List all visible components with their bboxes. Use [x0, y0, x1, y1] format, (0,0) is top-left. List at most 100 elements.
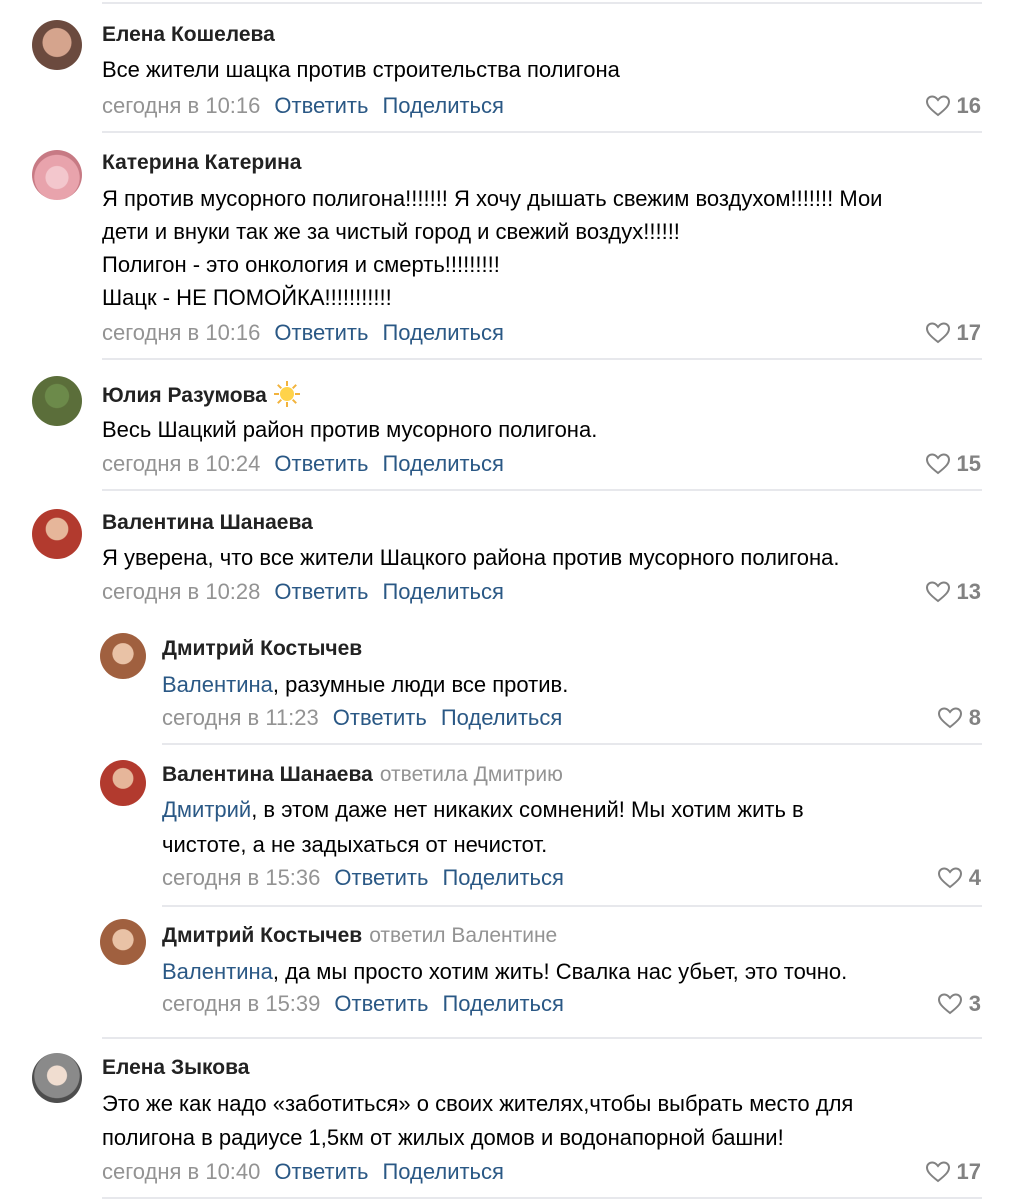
- reply-comment: Дмитрий Костычев ответил Валентине Валент…: [0, 907, 1025, 1037]
- author-name[interactable]: Дмитрий Костычев ответил Валентине: [162, 923, 557, 949]
- reply-button[interactable]: Ответить: [274, 451, 368, 476]
- author-name[interactable]: Юлия Разумова: [102, 380, 301, 415]
- avatar[interactable]: [32, 150, 82, 200]
- comment-text: чистоте, а не задыхаться от нечистот.: [162, 832, 548, 857]
- timestamp[interactable]: сегодня в 10:16: [102, 320, 260, 345]
- timestamp[interactable]: сегодня в 11:23: [162, 705, 319, 730]
- like-count: 16: [956, 93, 981, 118]
- reply-comment: Валентина Шанаева ответила Дмитрию Дмитри…: [0, 745, 1025, 905]
- avatar[interactable]: [32, 1053, 82, 1103]
- reply-comment: Дмитрий Костычев Валентина, разумные люд…: [0, 620, 1025, 745]
- timestamp[interactable]: сегодня в 10:28: [102, 579, 260, 604]
- comment-text: полигона в радиусе 1,5км от жилых домов …: [102, 1125, 784, 1150]
- reply-button[interactable]: Ответить: [274, 579, 368, 604]
- comment-meta: сегодня в 10:16 Ответить Поделиться: [102, 93, 504, 119]
- timestamp[interactable]: сегодня в 10:40: [102, 1159, 260, 1184]
- author-name[interactable]: Валентина Шанаева ответила Дмитрию: [162, 762, 563, 788]
- heart-icon: [937, 867, 962, 889]
- like-button[interactable]: 13: [925, 579, 981, 605]
- like-count: 15: [956, 451, 981, 476]
- separator: [102, 1197, 982, 1199]
- comment-text: Я уверена, что все жители Шацкого района…: [102, 545, 840, 570]
- comment-text: Я против мусорного полигона!!!!!!! Я хоч…: [102, 186, 883, 211]
- like-button[interactable]: 17: [925, 320, 981, 346]
- share-button[interactable]: Поделиться: [382, 451, 503, 476]
- like-button[interactable]: 4: [937, 865, 981, 891]
- reply-button[interactable]: Ответить: [274, 1159, 368, 1184]
- like-count: 17: [956, 1159, 981, 1184]
- like-button[interactable]: 8: [937, 705, 981, 731]
- share-button[interactable]: Поделиться: [382, 93, 503, 118]
- like-button[interactable]: 3: [937, 991, 981, 1017]
- reply-to-label[interactable]: ответил Валентине: [369, 924, 557, 947]
- reply-button[interactable]: Ответить: [334, 865, 428, 890]
- like-count: 17: [956, 320, 981, 345]
- author-name[interactable]: Елена Зыкова: [102, 1055, 249, 1081]
- sun-emoji-icon: [273, 380, 301, 415]
- share-button[interactable]: Поделиться: [382, 579, 503, 604]
- timestamp[interactable]: сегодня в 15:39: [162, 991, 320, 1016]
- mention-link[interactable]: Валентина: [162, 672, 273, 697]
- author-name[interactable]: Елена Кошелева: [102, 22, 275, 48]
- comment-meta: сегодня в 11:23 Ответить Поделиться: [162, 705, 562, 731]
- avatar[interactable]: [100, 919, 146, 965]
- comment: Валентина Шанаева Я уверена, что все жит…: [0, 491, 1025, 621]
- timestamp[interactable]: сегодня в 15:36: [162, 865, 320, 890]
- comment: Елена Зыкова Это же как надо «заботиться…: [0, 1039, 1025, 1199]
- timestamp[interactable]: сегодня в 10:24: [102, 451, 260, 476]
- share-button[interactable]: Поделиться: [442, 991, 563, 1016]
- mention-link[interactable]: Дмитрий: [162, 797, 251, 822]
- like-count: 4: [968, 865, 981, 890]
- author-name[interactable]: Валентина Шанаева: [102, 510, 313, 536]
- avatar[interactable]: [32, 376, 82, 426]
- reply-button[interactable]: Ответить: [334, 991, 428, 1016]
- reply-button[interactable]: Ответить: [274, 320, 368, 345]
- heart-icon: [925, 1161, 950, 1183]
- avatar[interactable]: [32, 509, 82, 559]
- comment-text: Все жители шацка против строительства по…: [102, 57, 620, 82]
- avatar[interactable]: [32, 20, 82, 70]
- comment-text: Шацк - НЕ ПОМОЙКА!!!!!!!!!!!: [102, 285, 392, 310]
- like-count: 13: [956, 579, 981, 604]
- reply-button[interactable]: Ответить: [333, 705, 427, 730]
- comment-meta: сегодня в 10:24 Ответить Поделиться: [102, 451, 504, 477]
- comment-text: Полигон - это онкология и смерть!!!!!!!!…: [102, 252, 500, 277]
- comment-text: Дмитрий, в этом даже нет никаких сомнени…: [162, 797, 804, 822]
- reply-to-label[interactable]: ответила Дмитрию: [380, 763, 563, 786]
- comment-text: дети и внуки так же за чистый город и св…: [102, 219, 680, 244]
- share-button[interactable]: Поделиться: [382, 320, 503, 345]
- comment-meta: сегодня в 10:40 Ответить Поделиться: [102, 1159, 504, 1185]
- comment-meta: сегодня в 10:28 Ответить Поделиться: [102, 579, 504, 605]
- author-name[interactable]: Катерина Катерина: [102, 150, 301, 176]
- like-button[interactable]: 16: [925, 93, 981, 119]
- comment-text: Валентина, да мы просто хотим жить! Свал…: [162, 959, 848, 984]
- comment-text: Это же как надо «заботиться» о своих жит…: [102, 1091, 854, 1116]
- comment-meta: сегодня в 15:39 Ответить Поделиться: [162, 991, 564, 1017]
- heart-icon: [937, 993, 962, 1015]
- timestamp[interactable]: сегодня в 10:16: [102, 93, 260, 118]
- heart-icon: [925, 453, 950, 475]
- like-count: 3: [968, 991, 981, 1016]
- heart-icon: [925, 322, 950, 344]
- comment-meta: сегодня в 15:36 Ответить Поделиться: [162, 865, 564, 891]
- reply-button[interactable]: Ответить: [274, 93, 368, 118]
- comment-text: Весь Шацкий район против мусорного полиг…: [102, 417, 598, 442]
- heart-icon: [925, 581, 950, 603]
- comment: Юлия Разумова Весь Шацкий район против м…: [0, 360, 1025, 488]
- mention-link[interactable]: Валентина: [162, 959, 273, 984]
- comments-list: Елена Кошелева Все жители шацка против с…: [0, 0, 1025, 1200]
- share-button[interactable]: Поделиться: [382, 1159, 503, 1184]
- like-button[interactable]: 17: [925, 1159, 981, 1185]
- comment: Катерина Катерина Я против мусорного пол…: [0, 132, 1025, 357]
- avatar[interactable]: [100, 760, 146, 806]
- heart-icon: [925, 95, 950, 117]
- share-button[interactable]: Поделиться: [442, 865, 563, 890]
- like-count: 8: [968, 705, 981, 730]
- comment: Елена Кошелева Все жители шацка против с…: [0, 0, 1025, 130]
- author-name[interactable]: Дмитрий Костычев: [162, 636, 362, 662]
- heart-icon: [937, 707, 962, 729]
- avatar[interactable]: [100, 633, 146, 679]
- share-button[interactable]: Поделиться: [441, 705, 562, 730]
- like-button[interactable]: 15: [925, 451, 981, 477]
- comment-text: Валентина, разумные люди все против.: [162, 672, 569, 697]
